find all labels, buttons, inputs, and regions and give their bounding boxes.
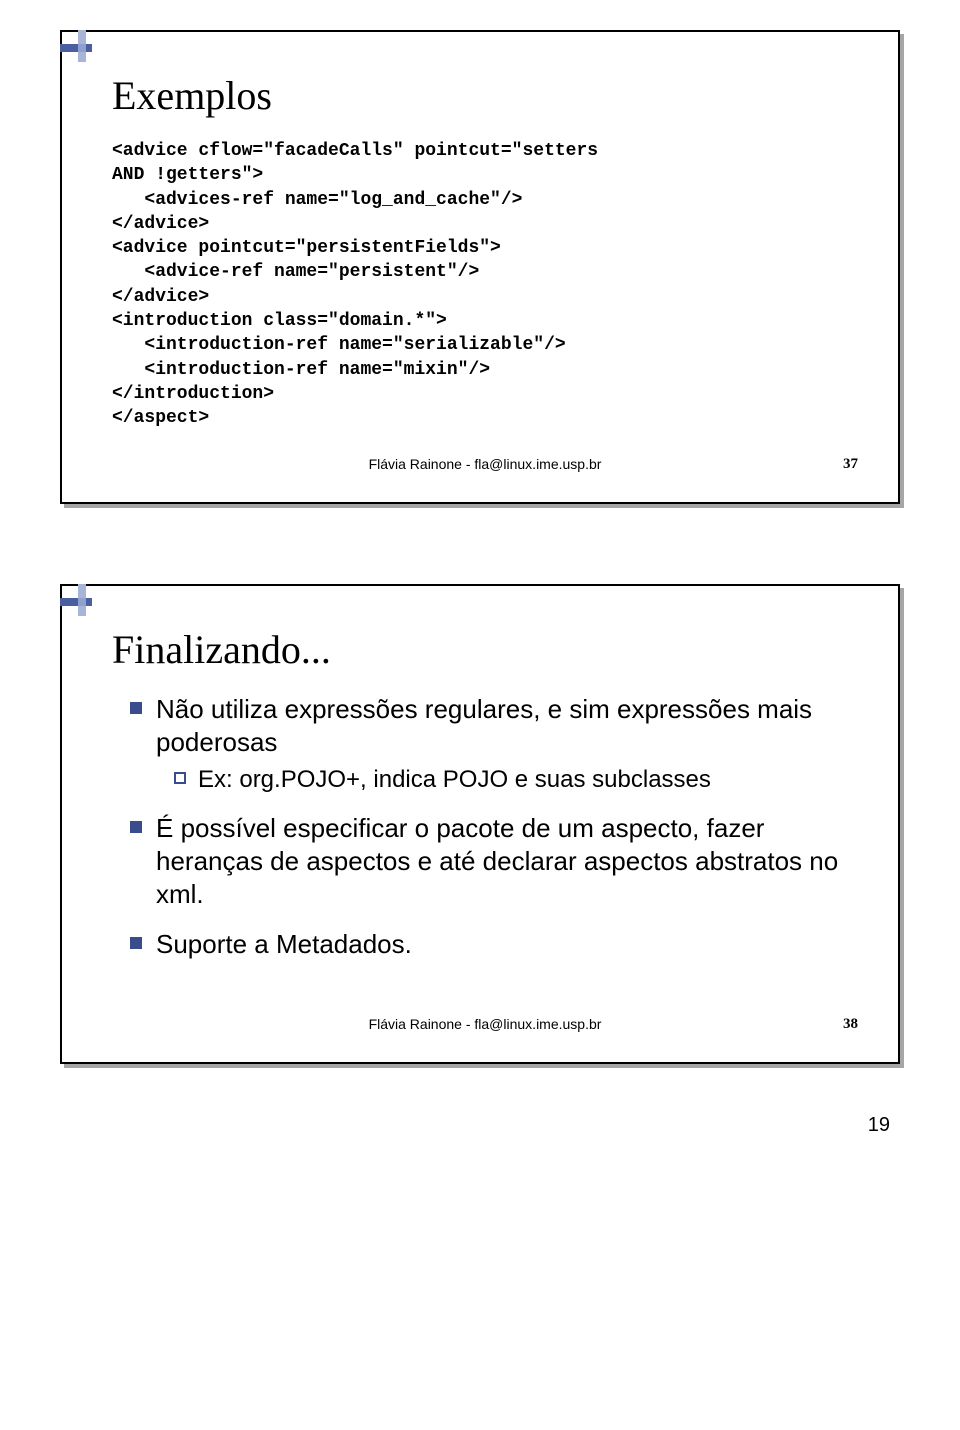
footer-page-number: 38 bbox=[843, 1016, 858, 1033]
bullet-list: Não utiliza expressões regulares, e sim … bbox=[112, 693, 858, 961]
footer-page-number: 37 bbox=[843, 456, 858, 473]
bullet-level1: Suporte a Metadados. bbox=[130, 928, 858, 961]
bullet-level1: Não utiliza expressões regulares, e sim … bbox=[130, 693, 858, 760]
bullet-text: É possível especificar o pacote de um as… bbox=[156, 812, 858, 912]
bullet-level1: É possível especificar o pacote de um as… bbox=[130, 812, 858, 912]
slide-exemplos: Exemplos <advice cflow="facadeCalls" poi… bbox=[60, 30, 900, 504]
code-block: <advice cflow="facadeCalls" pointcut="se… bbox=[112, 139, 858, 431]
bullet-square-icon bbox=[130, 821, 142, 833]
page-container: Exemplos <advice cflow="facadeCalls" poi… bbox=[0, 0, 960, 1157]
bullet-square-icon bbox=[130, 937, 142, 949]
footer-author: Flávia Rainone - fla@linux.ime.usp.br bbox=[369, 456, 602, 472]
footer-author: Flávia Rainone - fla@linux.ime.usp.br bbox=[369, 1016, 602, 1032]
bullet-text: Ex: org.POJO+, indica POJO e suas subcla… bbox=[198, 765, 711, 796]
slide-footer: Flávia Rainone - fla@linux.ime.usp.br 38 bbox=[112, 1016, 858, 1032]
document-page-number: 19 bbox=[60, 1114, 900, 1137]
bullet-text: Suporte a Metadados. bbox=[156, 928, 412, 961]
slide-finalizando: Finalizando... Não utiliza expressões re… bbox=[60, 584, 900, 1064]
slide-title: Finalizando... bbox=[112, 626, 858, 673]
slide-footer: Flávia Rainone - fla@linux.ime.usp.br 37 bbox=[112, 456, 858, 472]
bullet-square-icon bbox=[130, 702, 142, 714]
slide-title: Exemplos bbox=[112, 72, 858, 119]
bullet-outline-square-icon bbox=[174, 772, 186, 784]
bullet-level2: Ex: org.POJO+, indica POJO e suas subcla… bbox=[174, 765, 858, 796]
bullet-text: Não utiliza expressões regulares, e sim … bbox=[156, 693, 858, 760]
